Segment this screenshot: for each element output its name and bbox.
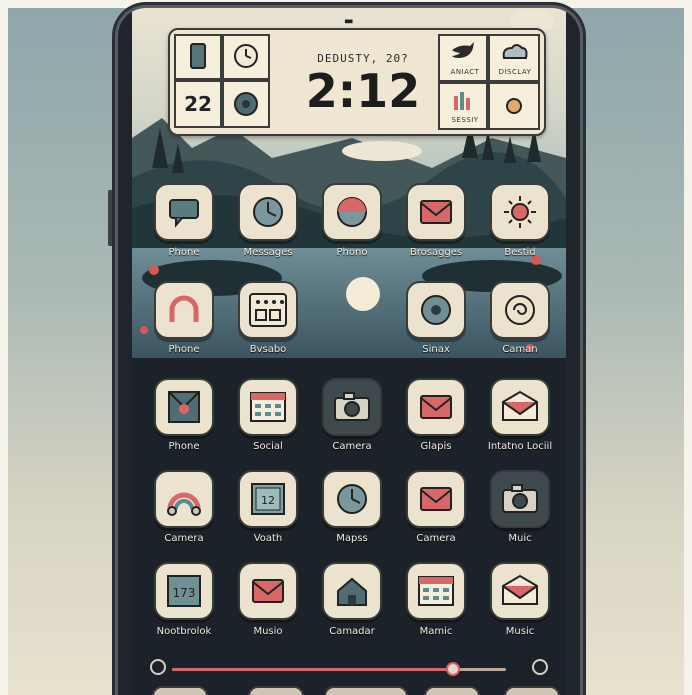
chat-bubble-icon <box>164 194 204 230</box>
media-progress-knob[interactable] <box>445 662 460 676</box>
widget-label-disclay: DISCLAY <box>498 68 532 76</box>
clock-icon <box>234 44 258 68</box>
app-icon-1-0[interactable] <box>154 281 214 339</box>
app-icon-2-4[interactable] <box>490 378 550 436</box>
app-icon-0-2[interactable] <box>322 183 382 241</box>
rainbow-icon <box>162 481 206 517</box>
svg-text:12: 12 <box>261 494 275 507</box>
widget-phone-cell[interactable] <box>174 34 222 80</box>
app-icon-4-4[interactable] <box>490 562 550 620</box>
clock-widget[interactable]: 22 DEDUSTY, 20? 2:12 ANIACT DISCLAY SESS… <box>168 28 546 136</box>
camera-icon <box>330 388 374 426</box>
media-progress-bar[interactable] <box>172 662 506 676</box>
cloud-icon <box>502 44 528 59</box>
side-button-right <box>580 225 586 265</box>
envelope-open-icon <box>498 572 542 610</box>
widget-label-aniact: ANIACT <box>450 68 480 76</box>
app-icon-1-3[interactable] <box>406 281 466 339</box>
widget-cloud-cell[interactable]: DISCLAY <box>488 34 540 82</box>
app-label[interactable]: Bvsabo <box>218 344 318 355</box>
app-label[interactable]: Caman <box>470 344 566 355</box>
app-icon-1-4[interactable] <box>490 281 550 339</box>
house-icon <box>330 571 374 611</box>
widget-clock-cell[interactable] <box>222 34 270 80</box>
frame-right <box>684 0 692 695</box>
calendar-icon <box>246 387 290 427</box>
dock-app-4[interactable] <box>424 686 480 695</box>
bird-icon <box>452 42 474 58</box>
arch-icon <box>164 292 204 328</box>
app-icon-2-3[interactable] <box>406 378 466 436</box>
phone-frame: ▬ 22 DEDUSTY, 20? 2:12 ANIACT DISCLAY SE… <box>118 8 580 695</box>
app-icon-3-0[interactable] <box>154 470 214 528</box>
widget-weather-cell[interactable] <box>488 82 540 130</box>
app-icon-0-4[interactable] <box>490 183 550 241</box>
envelope-red-icon <box>164 387 204 427</box>
mail-icon <box>416 482 456 516</box>
frame-left <box>0 0 8 695</box>
status-indicator: ▬ <box>344 16 354 27</box>
app-icon-0-0[interactable] <box>154 183 214 241</box>
app-icon-4-0[interactable]: 173 <box>154 562 214 620</box>
app-icon-2-0[interactable] <box>154 378 214 436</box>
widget-chart-cell[interactable]: SESSIY <box>438 82 488 130</box>
app-icon-3-4[interactable] <box>490 470 550 528</box>
app-icon-1-1[interactable] <box>238 281 298 339</box>
target-icon <box>234 92 258 116</box>
dock-app-3[interactable] <box>324 686 408 695</box>
clock-icon <box>332 479 372 519</box>
bar-chart-icon <box>454 92 470 110</box>
home-screen: ▬ 22 DEDUSTY, 20? 2:12 ANIACT DISCLAY SE… <box>132 8 566 695</box>
app-label[interactable]: Muic <box>470 533 566 544</box>
clock-icon <box>248 192 288 232</box>
app-icon-0-1[interactable] <box>238 183 298 241</box>
calendar-icon <box>414 571 458 611</box>
app-label[interactable]: Intatno Lociil <box>470 441 566 452</box>
calendar-note-icon: 12 <box>246 479 290 519</box>
app-label[interactable]: Bestid <box>470 247 566 258</box>
dock-app-1[interactable] <box>152 686 208 695</box>
camera-icon <box>498 480 542 518</box>
spiral-icon <box>500 290 540 330</box>
app-icon-3-1[interactable]: 12 <box>238 470 298 528</box>
mail-icon <box>416 390 456 424</box>
mail-icon <box>248 574 288 608</box>
frame-top <box>0 0 692 8</box>
sunset-icon <box>332 192 372 232</box>
widget-label-sessiy: SESSIY <box>451 116 479 124</box>
sun-icon-right[interactable] <box>532 659 548 675</box>
widget-target-cell[interactable] <box>222 80 270 128</box>
phone-icon <box>190 43 206 69</box>
dock-app-2[interactable] <box>248 686 304 695</box>
sun-icon-left[interactable] <box>150 659 166 675</box>
app-icon-4-3[interactable] <box>406 562 466 620</box>
app-label[interactable]: Music <box>470 626 566 637</box>
app-icon-2-1[interactable] <box>238 378 298 436</box>
app-icon-2-2[interactable] <box>322 378 382 436</box>
notebook-icon: 173 <box>162 571 206 611</box>
widget-calendar-cell[interactable]: 22 <box>174 80 222 128</box>
dock-app-5[interactable] <box>504 686 560 695</box>
app-icon-4-2[interactable] <box>322 562 382 620</box>
power-button-right <box>580 140 586 200</box>
app-icon-0-3[interactable] <box>406 183 466 241</box>
mail-icon <box>416 195 456 229</box>
calendar-day: 22 <box>184 92 212 116</box>
widget-bird-cell[interactable]: ANIACT <box>438 34 488 82</box>
app-icon-3-2[interactable] <box>322 470 382 528</box>
envelope-open-icon <box>498 388 542 426</box>
media-progress-fill <box>172 668 453 671</box>
sun-icon <box>500 192 540 232</box>
app-icon-3-3[interactable] <box>406 470 466 528</box>
volume-button-left <box>108 190 114 246</box>
target-icon <box>416 290 456 330</box>
app-icon-4-1[interactable] <box>238 562 298 620</box>
widget-time: 2:12 <box>305 64 421 118</box>
svg-text:173: 173 <box>173 586 196 600</box>
keypad-icon <box>246 290 290 330</box>
cookie-icon <box>506 98 522 114</box>
